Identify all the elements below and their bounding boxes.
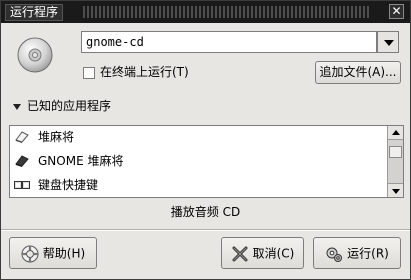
list-item[interactable]: 键盘快捷键: [12, 176, 382, 194]
separator: [1, 229, 410, 231]
cd-icon: [17, 37, 53, 73]
run-button-label: 运行(R): [347, 246, 389, 261]
title-bar-grip: [83, 6, 370, 18]
command-input[interactable]: gnome-cd: [81, 31, 377, 53]
title-bar[interactable]: 运行程序 ✕: [1, 1, 410, 23]
known-apps-expander-label: 已知的应用程序: [27, 99, 112, 113]
lifebuoy-icon: [21, 245, 39, 262]
keyboard-icon: [14, 181, 30, 189]
mahjongg-icon: [15, 155, 29, 167]
scroll-up-button[interactable]: [388, 126, 403, 140]
list-item[interactable]: GNOME 堆麻将: [12, 152, 382, 170]
list-item-label: 堆麻将: [38, 130, 75, 144]
list-item-label: 键盘快捷键: [38, 178, 99, 192]
list-scrollbar[interactable]: [387, 126, 403, 197]
expander-triangle-icon: [13, 103, 21, 110]
scrollbar-thumb[interactable]: [389, 146, 402, 158]
run-application-dialog: 运行程序 ✕ gnome-cd 在终端上运行(T) 追加文件(A)... 已知的…: [0, 0, 411, 280]
known-apps-expander[interactable]: 已知的应用程序: [13, 99, 111, 114]
help-button[interactable]: 帮助(H): [9, 237, 97, 269]
run-in-terminal-checkbox[interactable]: [83, 67, 95, 79]
cancel-x-icon: [232, 246, 248, 261]
gears-icon: [326, 247, 343, 262]
mahjongg-icon: [15, 131, 29, 143]
list-item[interactable]: 堆麻将: [12, 128, 382, 146]
cancel-button[interactable]: 取消(C): [221, 237, 304, 269]
close-button[interactable]: ✕: [389, 4, 404, 19]
run-in-terminal-label[interactable]: 在终端上运行(T): [100, 65, 189, 80]
scroll-down-button[interactable]: [388, 183, 403, 197]
cancel-button-label: 取消(C): [252, 246, 295, 261]
run-button[interactable]: 运行(R): [313, 237, 401, 269]
add-file-button[interactable]: 追加文件(A)...: [315, 61, 401, 84]
help-button-label: 帮助(H): [42, 246, 86, 261]
command-dropdown-button[interactable]: [377, 31, 399, 53]
window-title: 运行程序: [5, 4, 64, 21]
list-item-label: GNOME 堆麻将: [38, 154, 124, 168]
app-description: 播放音频 CD: [170, 205, 241, 219]
known-apps-list: 堆麻将 GNOME 堆麻将 键盘快捷键: [9, 125, 404, 198]
